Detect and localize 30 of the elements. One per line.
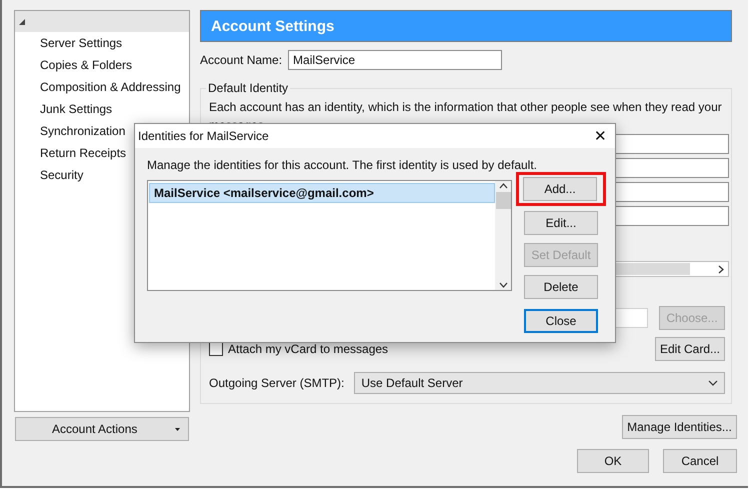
- dialog-instructions: Manage the identities for this account. The first identity is used by default.: [147, 158, 538, 172]
- checkbox-label: Attach my vCard to messages: [228, 342, 388, 356]
- group-title: Default Identity: [206, 81, 290, 95]
- collapse-icon: [19, 18, 25, 24]
- sidebar-item[interactable]: Junk Settings: [15, 98, 189, 120]
- identity-item[interactable]: MailService <mailservice@gmail.com>: [149, 183, 495, 203]
- dialog-button[interactable]: Add...: [523, 177, 597, 201]
- dialog-button[interactable]: Delete: [524, 275, 598, 299]
- scrollbar-thumb[interactable]: [496, 192, 510, 209]
- sidebar-item[interactable]: Copies & Folders: [15, 54, 189, 76]
- chevron-down-icon: [708, 380, 718, 386]
- outgoing-server-select[interactable]: Use Default Server: [354, 372, 725, 394]
- account-row[interactable]: [15, 11, 189, 32]
- manage-identities-button[interactable]: Manage Identities...: [622, 415, 737, 439]
- close-button[interactable]: ✕: [594, 127, 607, 145]
- account-name-field[interactable]: MailService: [288, 50, 502, 70]
- page-title: Account Settings: [200, 10, 732, 42]
- sidebar-item[interactable]: Composition & Addressing: [15, 76, 189, 98]
- account-actions-button[interactable]: Account Actions: [15, 417, 189, 441]
- caret-icon: [175, 428, 180, 430]
- edit-card-button[interactable]: Edit Card...: [655, 337, 725, 361]
- dialog-button[interactable]: Cancel: [663, 449, 737, 473]
- dialog-button[interactable]: Edit...: [524, 211, 598, 235]
- account-name-label: Account Name:: [200, 53, 282, 67]
- sidebar-item[interactable]: Server Settings: [15, 32, 189, 54]
- dialog-button[interactable]: OK: [577, 449, 649, 473]
- scrollbar[interactable]: [495, 181, 511, 290]
- checkbox[interactable]: [209, 342, 223, 356]
- outgoing-server-label: Outgoing Server (SMTP):: [209, 376, 344, 390]
- dialog-button[interactable]: Close: [524, 309, 598, 333]
